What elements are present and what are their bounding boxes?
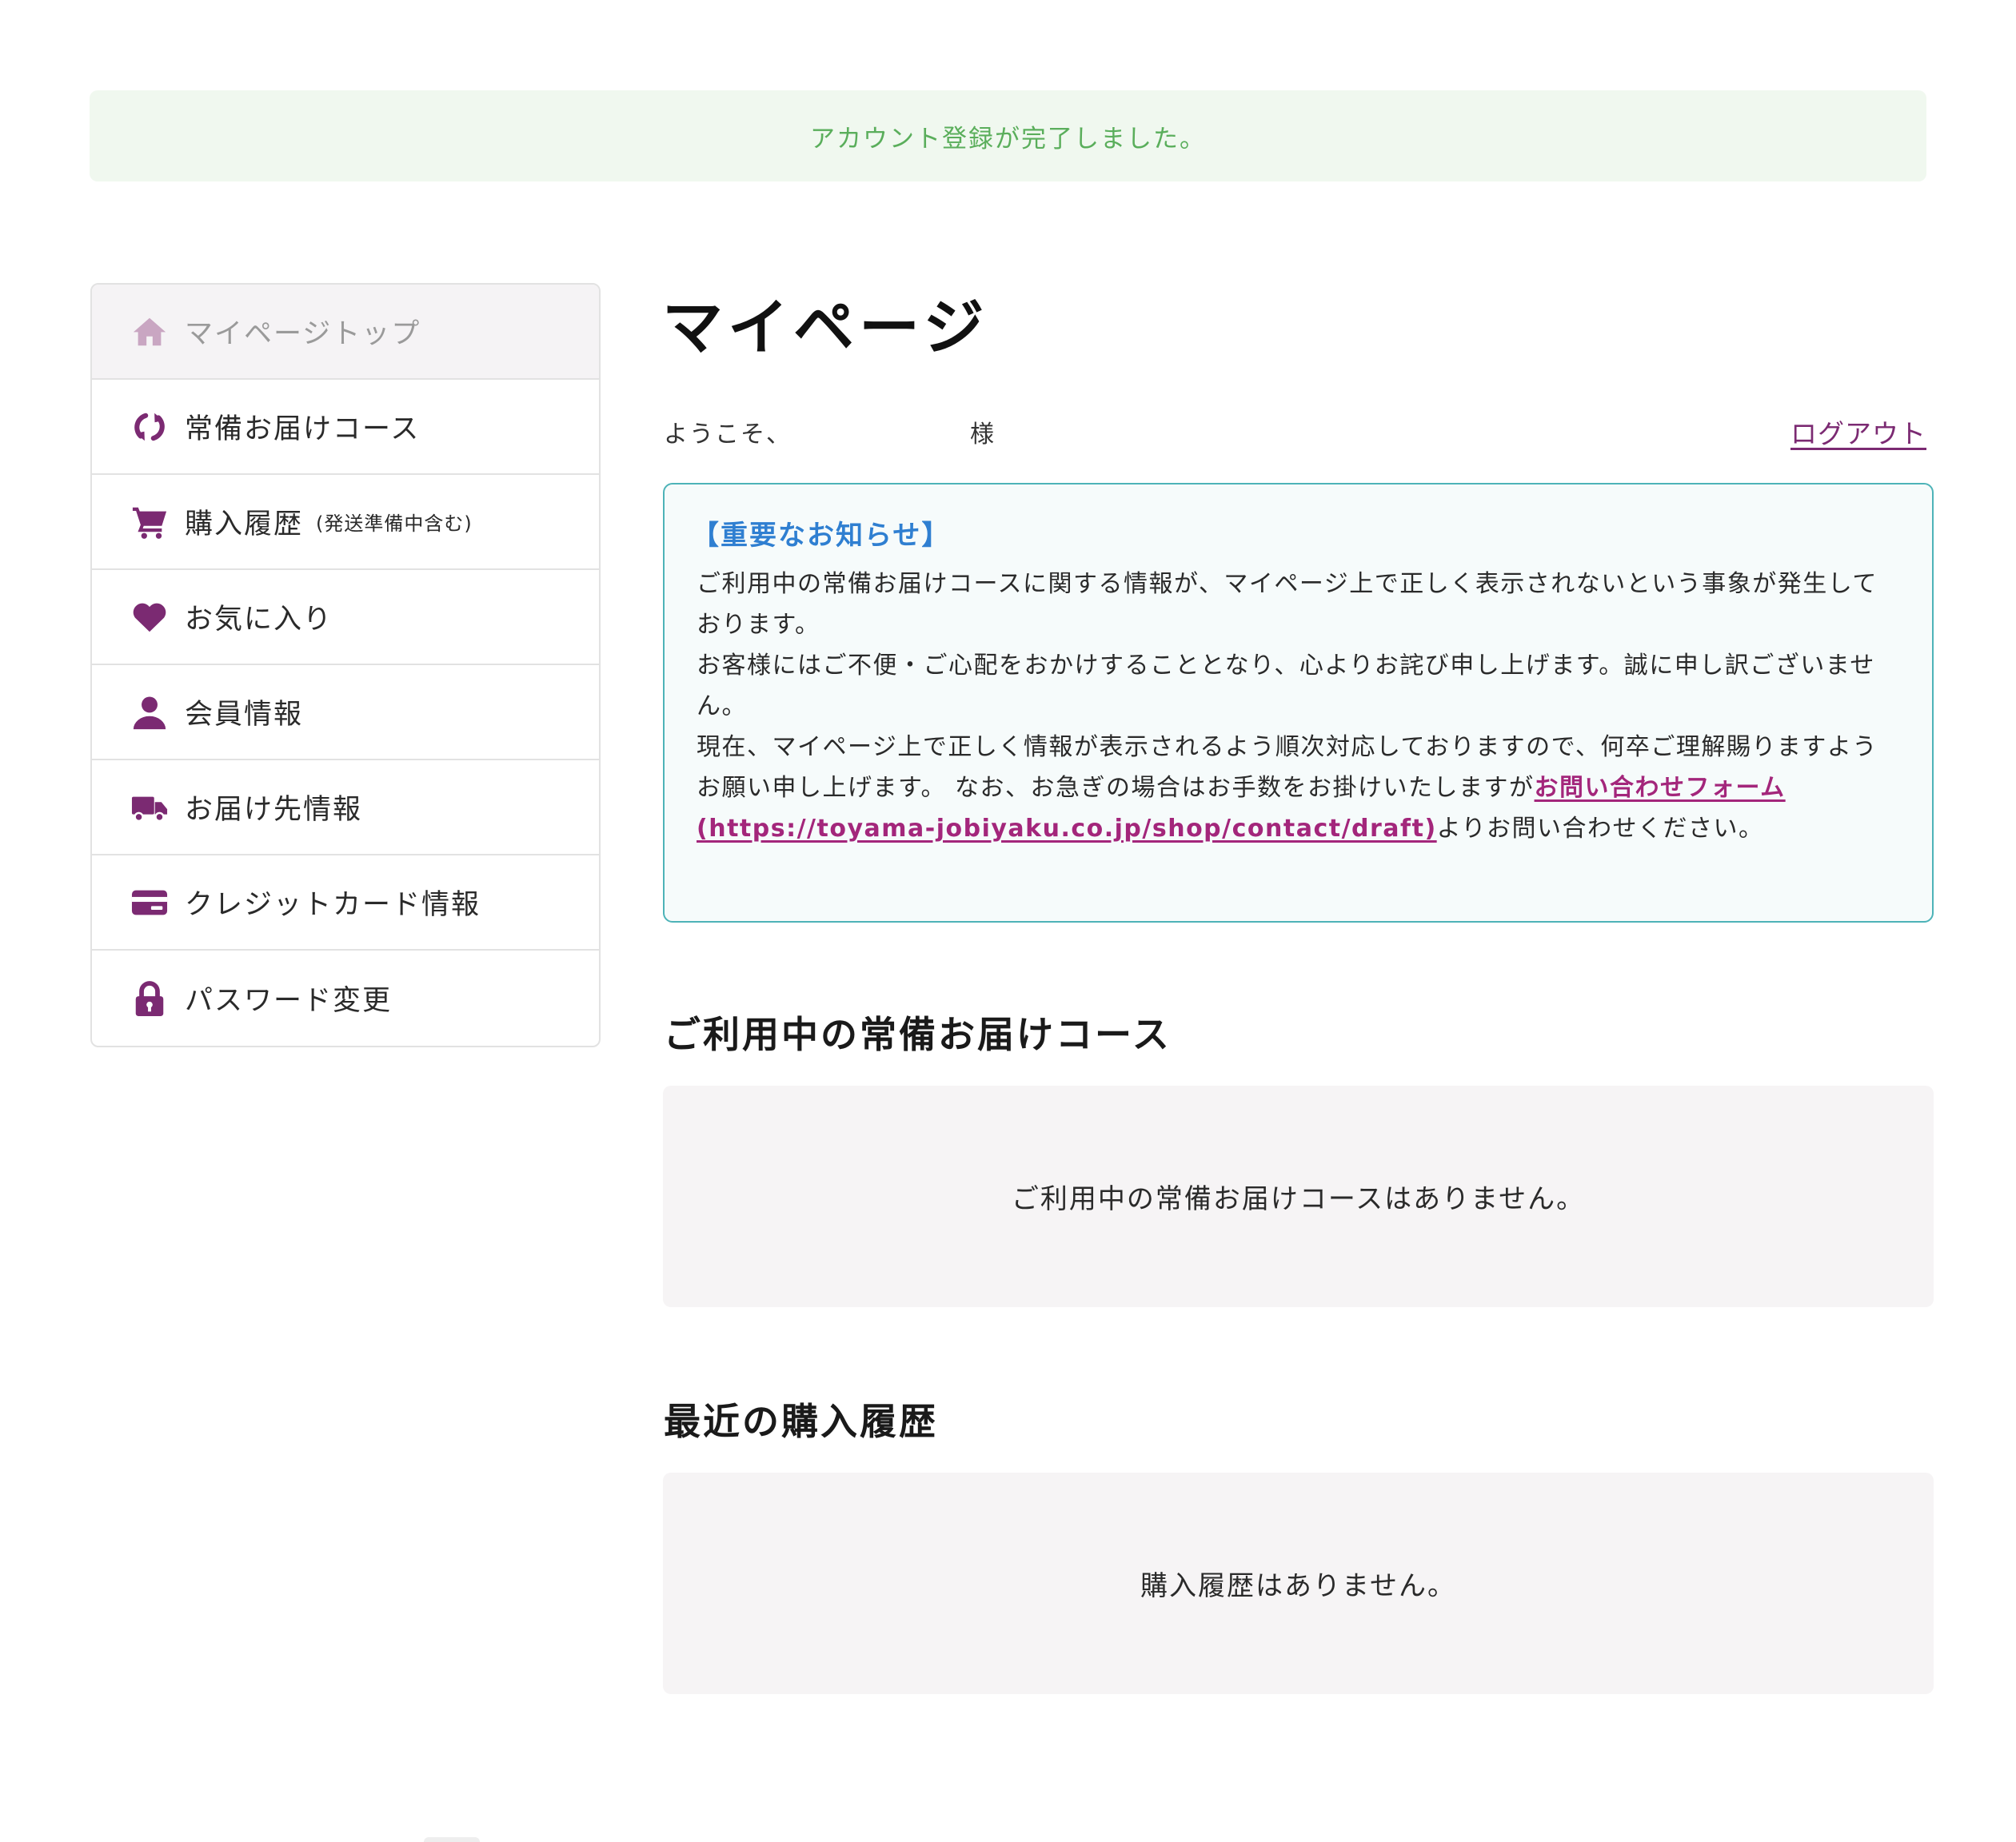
lock-icon [130, 979, 169, 1018]
notice-paragraph: ご利用中の常備お届けコースに関する情報が、マイページ上で正しく表示されないという… [697, 570, 1878, 639]
sidebar-item-delivery-address[interactable]: お届け先情報 [92, 760, 599, 855]
subscription-empty-box: ご利用中の常備お届けコースはありません。 [663, 1086, 1934, 1307]
notice-paragraph: 現在、マイページ上で正しく情報が表示されるよう順次対応しておりますので、何卒ご理… [697, 727, 1900, 849]
refresh-icon [130, 408, 169, 446]
sidebar-item-label: マイページトップ [185, 318, 421, 350]
sidebar-item-mypage-top[interactable]: マイページトップ [92, 285, 599, 380]
sidebar-item-password-change[interactable]: パスワード変更 [92, 951, 599, 1046]
sidebar-item-label: お届け先情報 [185, 794, 363, 826]
notice-paragraph: お客様にはご不便・ご心配をおかけすることとなり、心よりお詫び申し上げます。誠に申… [697, 652, 1875, 720]
sidebar-item-favorites[interactable]: お気に入り [92, 570, 599, 665]
sidebar-item-label: 購入履歴 [185, 508, 304, 540]
truck-icon [130, 788, 169, 827]
notice-title: 【重要なお知らせ】 [692, 520, 951, 552]
welcome-message: ようこそ、 様 [664, 414, 994, 449]
bottom-element-edge [424, 1837, 480, 1842]
heart-icon [130, 598, 169, 636]
sidebar-item-label: 常備お届けコース [185, 413, 421, 445]
sidebar-item-label: クレジットカード情報 [185, 889, 481, 921]
notice-text-end: よりお問い合わせください。 [1436, 815, 1764, 843]
important-notice: 【重要なお知らせ】 ご利用中の常備お届けコースに関する情報が、マイページ上で正し… [663, 483, 1934, 923]
credit-card-icon [130, 883, 169, 922]
sidebar-item-label: 会員情報 [185, 699, 304, 731]
subscription-section-heading: ご利用中の常備お届けコース [664, 1013, 1172, 1056]
history-empty-message: 購入履歴はありません。 [1140, 1570, 1456, 1602]
mypage-sidebar: マイページトップ 常備お届けコース 購入履歴 (発送準備中含む) お気に入り 会… [90, 283, 601, 1047]
history-section-heading: 最近の購入履歴 [664, 1400, 938, 1443]
sidebar-item-label: お気に入り [185, 604, 333, 636]
success-flash-message: アカウント登録が完了しました。 [90, 90, 1926, 181]
sidebar-item-subscription[interactable]: 常備お届けコース [92, 380, 599, 475]
sidebar-item-sublabel: (発送準備中含む) [316, 512, 473, 535]
cart-icon [130, 503, 169, 541]
logout-link[interactable]: ログアウト [1790, 413, 1926, 451]
history-empty-box: 購入履歴はありません。 [663, 1473, 1934, 1694]
welcome-prefix: ようこそ、 [664, 421, 792, 449]
user-icon [130, 693, 169, 732]
home-icon [130, 313, 169, 351]
page-title: マイページ [662, 292, 989, 363]
sidebar-item-purchase-history[interactable]: 購入履歴 (発送準備中含む) [92, 475, 599, 570]
welcome-honorific: 様 [970, 421, 996, 449]
sidebar-item-label: パスワード変更 [185, 985, 393, 1017]
subscription-empty-message: ご利用中の常備お届けコースはありません。 [1011, 1183, 1586, 1215]
flash-message-text: アカウント登録が完了しました。 [810, 124, 1206, 154]
notice-body: ご利用中の常備お届けコースに関する情報が、マイページ上で正しく表示されないという… [697, 564, 1900, 849]
sidebar-item-credit-card[interactable]: クレジットカード情報 [92, 855, 599, 951]
sidebar-item-member-info[interactable]: 会員情報 [92, 665, 599, 760]
